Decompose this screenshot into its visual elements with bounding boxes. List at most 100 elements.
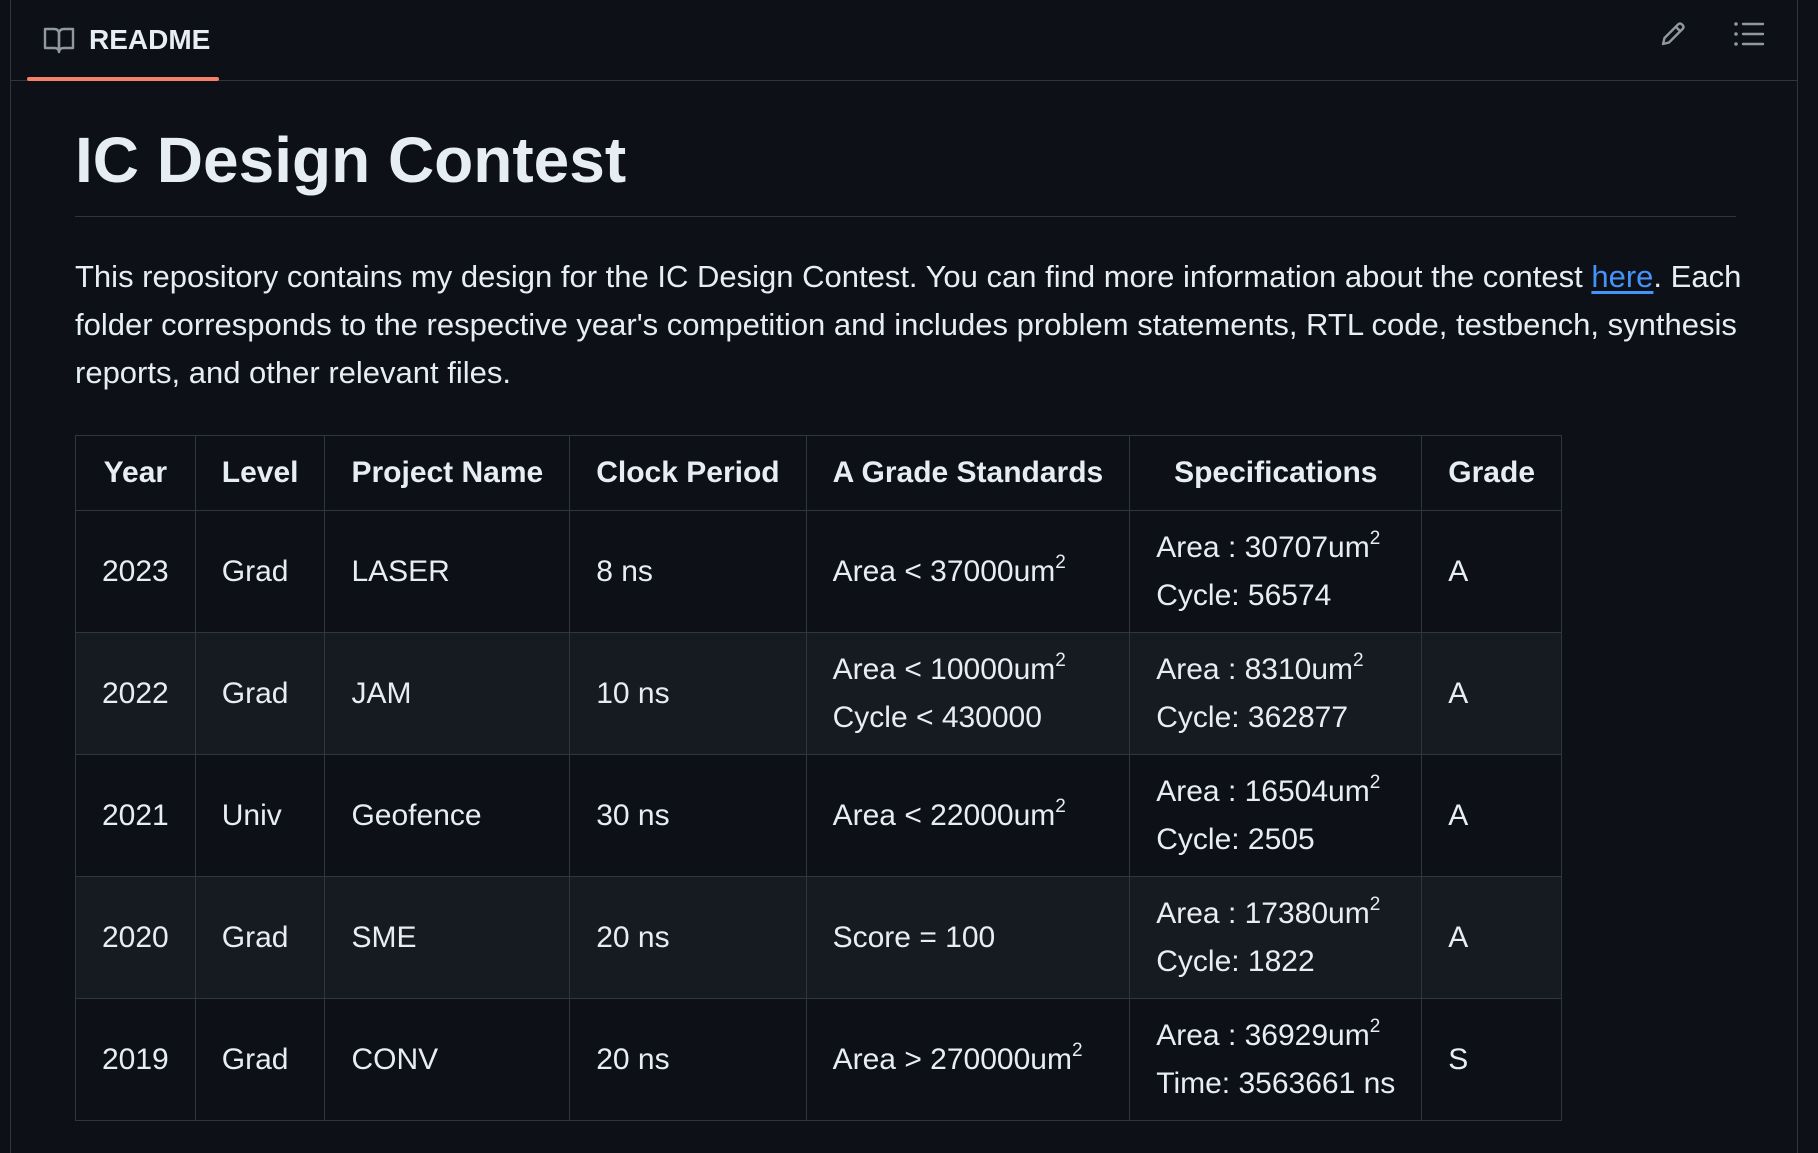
cell-specifications: Area : 8310um2 Cycle: 362877 bbox=[1129, 632, 1423, 755]
column-header-clock-period: Clock Period bbox=[569, 435, 807, 511]
table-row: 2021 Univ Geofence 30 ns Area < 22000um2 Area… bbox=[75, 754, 1563, 877]
table-body: 2023 Grad LASER 8 ns Area < 37000um2 Area : 3… bbox=[75, 510, 1563, 1121]
cell-year: 2023 bbox=[75, 510, 196, 633]
cell-specifications: Area : 30707um2 Cycle: 56574 bbox=[1129, 510, 1423, 633]
cell-line: Area < 22000um2 bbox=[833, 792, 1104, 840]
table-row: 2022 Grad JAM 10 ns Area < 10000um2 Cycle < 4… bbox=[75, 632, 1563, 755]
cell-a-grade-standards: Score = 100 bbox=[805, 876, 1131, 999]
column-header-specifications: Specifications bbox=[1129, 435, 1423, 511]
cell-line: Area : 36929um2 bbox=[1156, 1012, 1395, 1060]
cell-line-text: Time: 3563661 ns bbox=[1156, 1066, 1396, 1100]
readme-tabbar: README bbox=[11, 0, 1797, 81]
cell-line-text: Cycle: 2505 bbox=[1156, 822, 1315, 856]
cell-line-text: Area < 10000um bbox=[832, 652, 1056, 686]
superscript: 2 bbox=[1055, 551, 1066, 573]
cell-clock-period: 10 ns bbox=[569, 632, 807, 755]
cell-line-text: Score = 100 bbox=[832, 920, 996, 954]
cell-clock-period: 20 ns bbox=[569, 998, 807, 1121]
superscript: 2 bbox=[1369, 1015, 1381, 1037]
cell-a-grade-standards: Area > 270000um2 bbox=[805, 998, 1131, 1121]
cell-line-text: Area : 36929um bbox=[1156, 1018, 1370, 1052]
cell-a-grade-standards: Area < 37000um2 bbox=[805, 510, 1131, 633]
book-icon bbox=[43, 26, 75, 54]
superscript: 2 bbox=[1071, 1039, 1083, 1061]
cell-line-text: Cycle: 1822 bbox=[1156, 944, 1315, 978]
column-header-project-name: Project Name bbox=[324, 435, 571, 511]
cell-line: Area : 30707um2 bbox=[1156, 524, 1395, 572]
edit-file-button[interactable] bbox=[1651, 14, 1695, 58]
cell-project-name: CONV bbox=[324, 998, 571, 1121]
cell-project-name: LASER bbox=[324, 510, 571, 633]
cell-specifications: Area : 36929um2 Time: 3563661 ns bbox=[1129, 998, 1423, 1121]
cell-line: Area > 270000um2 bbox=[833, 1036, 1104, 1084]
cell-line-text: Area : 16504um bbox=[1156, 774, 1370, 808]
cell-line: Area < 37000um2 bbox=[833, 548, 1104, 596]
superscript: 2 bbox=[1369, 893, 1381, 915]
superscript: 2 bbox=[1369, 771, 1381, 793]
cell-line-text: Area > 270000um bbox=[832, 1042, 1072, 1076]
table-header-row: Year Level Project Name Clock Period A G… bbox=[75, 435, 1563, 511]
cell-grade: A bbox=[1421, 876, 1563, 999]
cell-line-text: Area : 8310um bbox=[1156, 652, 1354, 686]
cell-line: Score = 100 bbox=[833, 914, 1104, 962]
table-row: 2023 Grad LASER 8 ns Area < 37000um2 Area : 3… bbox=[75, 510, 1563, 633]
cell-level: Univ bbox=[194, 754, 326, 877]
page-title: IC Design Contest bbox=[75, 80, 1736, 217]
cell-project-name: JAM bbox=[324, 632, 571, 755]
column-header-year: Year bbox=[75, 435, 196, 511]
cell-line: Area : 17380um2 bbox=[1156, 890, 1395, 938]
cell-line-text: Cycle < 430000 bbox=[832, 700, 1042, 734]
superscript: 2 bbox=[1369, 527, 1381, 549]
cell-level: Grad bbox=[194, 510, 326, 633]
cell-project-name: SME bbox=[324, 876, 571, 999]
cell-year: 2019 bbox=[75, 998, 196, 1121]
cell-line: Cycle: 362877 bbox=[1156, 694, 1395, 742]
cell-line: Time: 3563661 ns bbox=[1156, 1060, 1395, 1108]
cell-line: Cycle < 430000 bbox=[833, 694, 1104, 742]
cell-line: Cycle: 56574 bbox=[1156, 572, 1395, 620]
cell-year: 2020 bbox=[75, 876, 196, 999]
cell-level: Grad bbox=[194, 998, 326, 1121]
column-header-a-grade-standards: A Grade Standards bbox=[805, 435, 1131, 511]
superscript: 2 bbox=[1353, 649, 1364, 671]
cell-grade: A bbox=[1421, 754, 1563, 877]
cell-grade: S bbox=[1421, 998, 1563, 1121]
cell-clock-period: 30 ns bbox=[569, 754, 807, 877]
cell-clock-period: 8 ns bbox=[569, 510, 807, 633]
results-table: Year Level Project Name Clock Period A G… bbox=[75, 435, 1563, 1121]
cell-grade: A bbox=[1421, 632, 1563, 755]
table-row: 2020 Grad SME 20 ns Score = 100 Area : 17380u… bbox=[75, 876, 1563, 999]
cell-specifications: Area : 16504um2 Cycle: 2505 bbox=[1129, 754, 1423, 877]
cell-a-grade-standards: Area < 22000um2 bbox=[805, 754, 1131, 877]
cell-line-text: Area < 22000um bbox=[832, 798, 1056, 832]
cell-level: Grad bbox=[194, 632, 326, 755]
column-header-grade: Grade bbox=[1421, 435, 1563, 511]
cell-line-text: Cycle: 56574 bbox=[1156, 578, 1332, 612]
cell-year: 2022 bbox=[75, 632, 196, 755]
cell-clock-period: 20 ns bbox=[569, 876, 807, 999]
tab-readme[interactable]: README bbox=[27, 0, 226, 80]
readme-panel: README IC Design Contest This repository… bbox=[10, 0, 1798, 1153]
cell-specifications: Area : 17380um2 Cycle: 1822 bbox=[1129, 876, 1423, 999]
cell-a-grade-standards: Area < 10000um2 Cycle < 430000 bbox=[805, 632, 1131, 755]
cell-line: Cycle: 2505 bbox=[1156, 816, 1395, 864]
cell-line-text: Cycle: 362877 bbox=[1156, 700, 1349, 734]
superscript: 2 bbox=[1055, 649, 1066, 671]
superscript: 2 bbox=[1055, 795, 1066, 817]
cell-grade: A bbox=[1421, 510, 1563, 633]
contest-info-link[interactable]: here bbox=[1591, 259, 1653, 294]
tab-readme-label: README bbox=[89, 24, 211, 55]
cell-line: Area : 8310um2 bbox=[1156, 646, 1395, 694]
intro-paragraph: This repository contains my design for t… bbox=[75, 253, 1775, 397]
readme-content: IC Design Contest This repository contai… bbox=[75, 80, 1747, 1121]
intro-text-before-link: This repository contains my design for t… bbox=[75, 259, 1592, 294]
pencil-icon bbox=[1658, 19, 1688, 54]
outline-button[interactable] bbox=[1727, 14, 1771, 58]
cell-line-text: Area : 30707um bbox=[1156, 530, 1370, 564]
cell-line: Area < 10000um2 bbox=[833, 646, 1104, 694]
cell-year: 2021 bbox=[75, 754, 196, 877]
cell-line: Cycle: 1822 bbox=[1156, 938, 1395, 986]
cell-project-name: Geofence bbox=[324, 754, 571, 877]
cell-line-text: Area : 17380um bbox=[1156, 896, 1370, 930]
cell-level: Grad bbox=[194, 876, 326, 999]
